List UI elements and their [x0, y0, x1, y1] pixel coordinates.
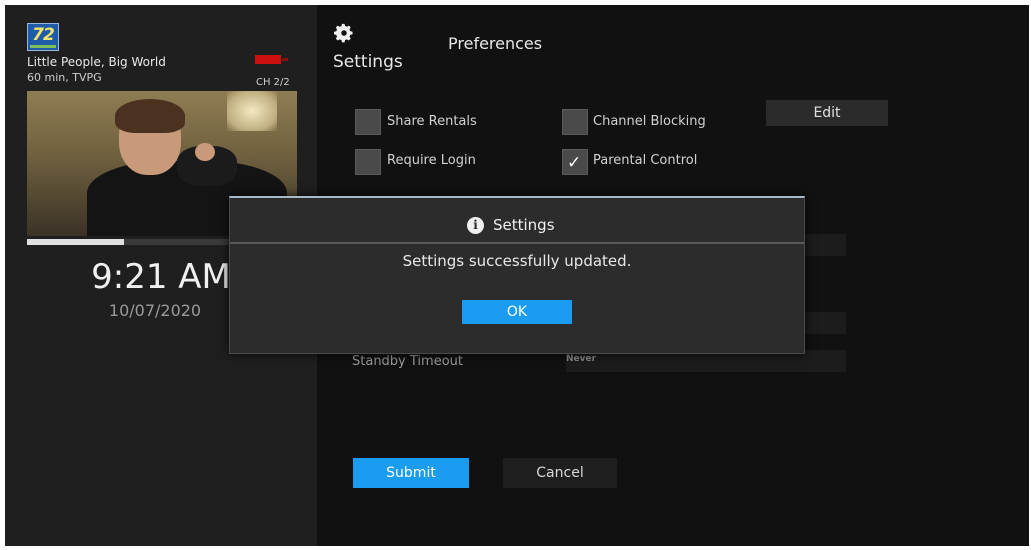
parental-control-label: Parental Control [593, 153, 698, 168]
program-progress-fill [27, 239, 125, 245]
check-icon: ✓ [567, 153, 582, 173]
show-meta: 60 min, TVPG [27, 71, 102, 84]
share-rentals-label: Share Rentals [387, 114, 477, 129]
require-login-label: Require Login [387, 153, 476, 168]
channel-blocking-label: Channel Blocking [593, 114, 706, 129]
channel-blocking-checkbox[interactable] [562, 109, 588, 135]
submit-button[interactable]: Submit [353, 458, 469, 488]
channel-count: CH 2/2 [256, 77, 290, 88]
share-rentals-checkbox[interactable] [355, 109, 381, 135]
video-person-hand [195, 143, 215, 161]
standby-timeout-value: Never [566, 354, 597, 364]
standby-timeout-label: Standby Timeout [352, 354, 463, 369]
recording-badge-icon [255, 55, 288, 64]
video-person-hair [115, 99, 185, 133]
info-icon: i [467, 217, 484, 234]
channel-logo: 72 [27, 23, 59, 51]
channel-logo-text: 72 [32, 25, 55, 45]
edit-button[interactable]: Edit [766, 100, 888, 126]
settings-updated-dialog: i Settings Settings successfully updated… [229, 196, 805, 354]
page-title: Preferences [448, 34, 543, 53]
dialog-header: i Settings [230, 198, 804, 244]
cancel-button[interactable]: Cancel [503, 458, 617, 488]
settings-tab[interactable]: Settings [333, 52, 403, 72]
show-title: Little People, Big World [27, 55, 166, 69]
parental-control-checkbox[interactable]: ✓ [562, 149, 588, 175]
video-lamp [227, 91, 277, 131]
dialog-title: Settings [493, 216, 555, 234]
gear-icon [334, 23, 353, 43]
require-login-checkbox[interactable] [355, 149, 381, 175]
channel-logo-strip [30, 45, 56, 48]
ok-button[interactable]: OK [462, 300, 572, 324]
dialog-message: Settings successfully updated. [402, 252, 632, 270]
